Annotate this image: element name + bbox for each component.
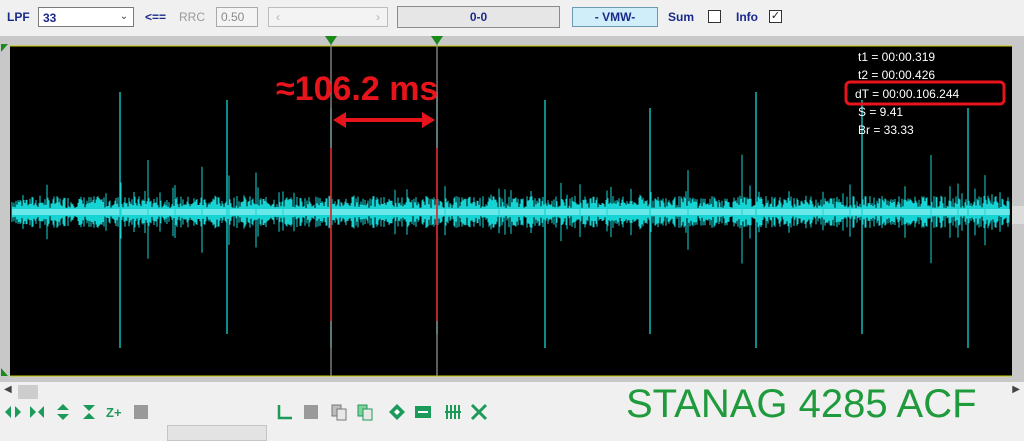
- interval-annotation: ≈106.2 ms: [276, 70, 438, 108]
- zoom-plus-icon[interactable]: Z+: [106, 403, 124, 421]
- bottom-bar: ◀ ▶ Z+ STANAG 4285 ACF: [0, 382, 1024, 441]
- cross-icon[interactable]: [470, 403, 488, 421]
- rrc-input[interactable]: 0.50: [216, 7, 258, 27]
- chevron-down-icon[interactable]: ⌄: [117, 9, 131, 25]
- vertical-scroll-thumb: [1012, 206, 1024, 224]
- minus-box-icon[interactable]: [414, 403, 432, 421]
- copy2-icon[interactable]: [356, 403, 374, 421]
- scroll-left-icon[interactable]: ‹: [271, 9, 285, 25]
- stop2-icon[interactable]: [302, 403, 320, 421]
- sum-label: Sum: [668, 10, 695, 24]
- info-line-br: Br = 33.33: [858, 123, 914, 137]
- range-display: 0-0: [397, 6, 560, 28]
- info-line-s: S = 9.41: [858, 105, 903, 119]
- shrink-vertical-icon[interactable]: [80, 403, 98, 421]
- signal-plot[interactable]: ≈106.2 ms t1 = 00:00.319 t2 = 00:00.426 …: [0, 36, 1024, 382]
- stop-icon[interactable]: [132, 403, 150, 421]
- info-label: Info: [736, 10, 758, 24]
- sum-checkbox[interactable]: [708, 10, 721, 23]
- diamond-icon[interactable]: [388, 403, 406, 421]
- caption: STANAG 4285 ACF: [626, 382, 977, 426]
- copy-icon[interactable]: [330, 403, 348, 421]
- shrink-horizontal-icon[interactable]: [28, 403, 46, 421]
- rrc-label: RRC: [179, 10, 205, 24]
- info-line-dt: dT = 00:00.106.244: [855, 87, 960, 101]
- scroll-thumb[interactable]: [18, 385, 38, 399]
- offset-scrollbar[interactable]: ‹ ›: [268, 7, 388, 27]
- info-checkbox[interactable]: ✓: [769, 10, 782, 23]
- svg-text:Z+: Z+: [106, 405, 122, 420]
- expand-horizontal-icon[interactable]: [4, 403, 22, 421]
- lpf-label: LPF: [7, 10, 30, 24]
- marker-icon[interactable]: [276, 403, 294, 421]
- info-line-t2: t2 = 00:00.426: [858, 68, 935, 82]
- lpf-value: 33: [43, 11, 57, 25]
- lpf-combobox[interactable]: 33 ⌄: [38, 7, 134, 27]
- info-line-t1: t1 = 00:00.319: [858, 50, 935, 64]
- trace-baseline: [12, 209, 1010, 215]
- scroll-right-icon[interactable]: ▶: [1012, 384, 1020, 395]
- grid-icon[interactable]: [444, 403, 462, 421]
- apply-arrow-button[interactable]: <==: [145, 10, 166, 24]
- scroll-right-icon[interactable]: ›: [371, 9, 385, 25]
- scroll-left-icon[interactable]: ◀: [4, 384, 12, 395]
- toolbar: LPF 33 ⌄ <== RRC 0.50 ‹ › 0-0 - VMW- Sum…: [0, 0, 1024, 34]
- progress-bar: [167, 425, 267, 441]
- expand-vertical-icon[interactable]: [54, 403, 72, 421]
- mode-button[interactable]: - VMW-: [572, 7, 658, 27]
